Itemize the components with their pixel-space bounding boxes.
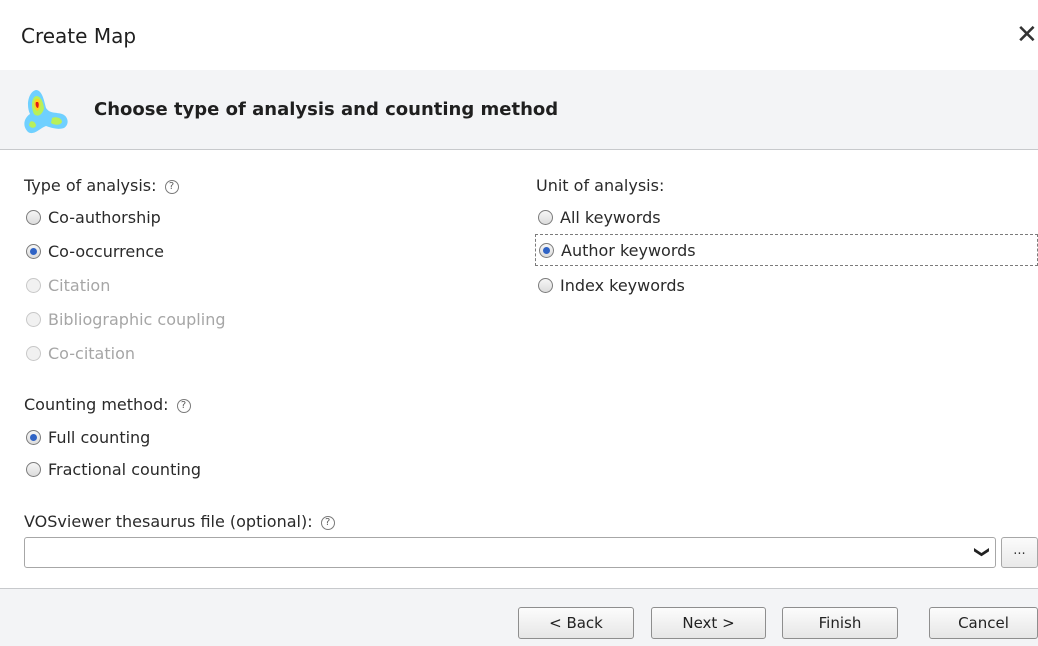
radio-author-keywords[interactable]: Author keywords	[535, 234, 1038, 266]
page-subtitle: Choose type of analysis and counting met…	[94, 99, 559, 120]
help-icon[interactable]: ?	[164, 180, 179, 194]
close-icon[interactable]: ✕	[1016, 20, 1038, 50]
browse-button[interactable]: ...	[1001, 537, 1038, 568]
radio-label: Bibliographic coupling	[48, 309, 226, 329]
analysis-type-label: Type of analysis:	[24, 176, 157, 195]
radio-all-keywords[interactable]: All keywords	[538, 202, 661, 232]
radio-icon	[539, 242, 554, 258]
radio-co-citation: Co-citation	[26, 338, 135, 368]
back-button[interactable]: < Back	[518, 607, 634, 639]
unit-of-analysis-label: Unit of analysis:	[536, 176, 665, 195]
radio-label: Co-occurrence	[48, 241, 164, 261]
radio-label: Co-authorship	[48, 207, 161, 227]
cancel-button[interactable]: Cancel	[929, 607, 1038, 639]
dialog-title: Create Map	[21, 24, 137, 48]
thesaurus-heading: VOSviewer thesaurus file (optional):?	[24, 512, 335, 531]
radio-full-counting[interactable]: Full counting	[26, 422, 150, 452]
radio-icon	[26, 243, 41, 259]
analysis-type-heading: Type of analysis:?	[24, 176, 179, 195]
next-button[interactable]: Next >	[651, 607, 766, 639]
radio-index-keywords[interactable]: Index keywords	[538, 270, 685, 300]
radio-label: Index keywords	[560, 275, 685, 295]
radio-bibliographic-coupling: Bibliographic coupling	[26, 304, 226, 334]
radio-label: Co-citation	[48, 343, 135, 363]
thesaurus-label: VOSviewer thesaurus file (optional):	[24, 512, 313, 531]
radio-label: Fractional counting	[48, 459, 202, 479]
radio-citation: Citation	[26, 270, 110, 300]
counting-method-heading: Counting method:?	[24, 395, 191, 414]
radio-icon	[26, 429, 41, 445]
vosviewer-logo-icon	[24, 90, 68, 134]
radio-icon	[538, 209, 553, 225]
chevron-down-icon[interactable]: ❯	[974, 546, 992, 559]
radio-label: Author keywords	[561, 240, 696, 260]
radio-icon	[26, 209, 41, 225]
radio-fractional-counting[interactable]: Fractional counting	[26, 454, 201, 484]
radio-icon	[26, 345, 41, 361]
radio-icon	[26, 277, 41, 293]
finish-button[interactable]: Finish	[782, 607, 898, 639]
radio-label: Full counting	[48, 427, 151, 447]
counting-method-label: Counting method:	[24, 395, 169, 414]
radio-icon	[26, 461, 41, 477]
radio-label: All keywords	[560, 207, 661, 227]
help-icon[interactable]: ?	[176, 399, 191, 413]
radio-co-authorship[interactable]: Co-authorship	[26, 202, 161, 232]
radio-co-occurrence[interactable]: Co-occurrence	[26, 236, 164, 266]
thesaurus-file-combobox[interactable]: ❯	[24, 537, 996, 568]
radio-label: Citation	[48, 275, 111, 295]
radio-icon	[538, 277, 553, 293]
help-icon[interactable]: ?	[320, 516, 335, 530]
radio-icon	[26, 311, 41, 327]
